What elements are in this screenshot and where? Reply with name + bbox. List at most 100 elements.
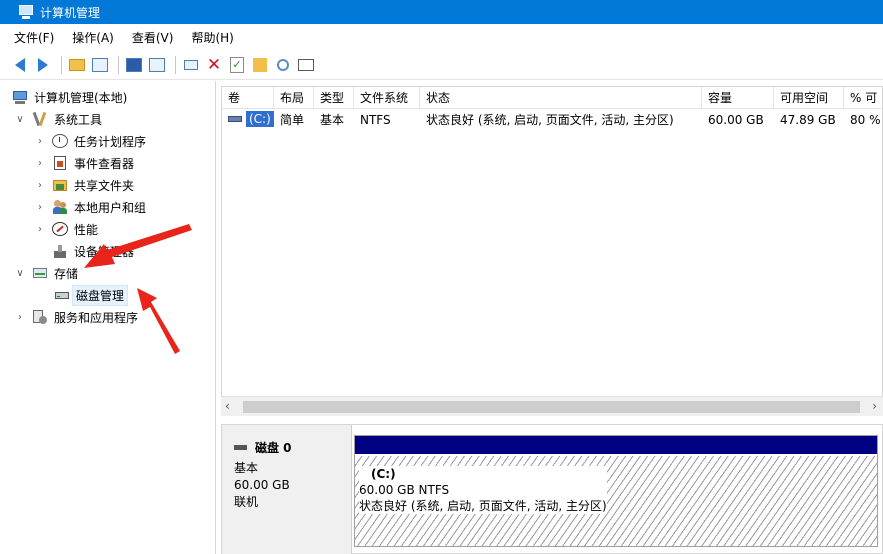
type-cell: 基本 xyxy=(320,113,345,127)
table-row[interactable]: (C:) 简单 基本 NTFS 状态良好 (系统, 启动, 页面文件, 活动, … xyxy=(222,111,882,129)
scroll-left-icon[interactable]: ‹ xyxy=(225,399,230,413)
column-header-volume[interactable]: 卷 xyxy=(222,87,274,109)
back-arrow-icon xyxy=(15,57,25,72)
tree-item-disk-management[interactable]: 磁盘管理 xyxy=(54,284,129,306)
import-button[interactable] xyxy=(250,55,270,75)
horizontal-scrollbar[interactable]: ‹ › xyxy=(221,396,883,416)
chevron-down-icon[interactable]: ∨ xyxy=(14,114,26,125)
disk-kind: 基本 xyxy=(234,461,259,475)
computer-icon xyxy=(12,89,28,105)
column-header-layout[interactable]: 布局 xyxy=(274,87,314,109)
partition-text: (C:) 60.00 GB NTFS 状态良好 (系统, 启动, 页面文件, 活… xyxy=(359,466,607,514)
tree-item-system-tools[interactable]: ∨ 系统工具 xyxy=(14,108,102,130)
disk-size: 60.00 GB xyxy=(234,478,290,492)
partition-header-bar xyxy=(355,436,877,454)
partition-body: (C:) 60.00 GB NTFS 状态良好 (系统, 启动, 页面文件, 活… xyxy=(355,456,877,546)
tree-item-event-viewer[interactable]: › 事件查看器 xyxy=(34,152,134,174)
users-icon xyxy=(52,199,68,215)
folder-up-icon xyxy=(69,58,85,71)
chevron-down-icon[interactable]: ∨ xyxy=(14,268,26,279)
column-header-free-space[interactable]: 可用空间 xyxy=(774,87,844,109)
menu-file[interactable]: 文件(F) xyxy=(14,29,54,46)
connect-button[interactable] xyxy=(181,55,201,75)
tree-item-root[interactable]: 计算机管理(本地) xyxy=(12,86,127,108)
chevron-right-icon[interactable]: › xyxy=(34,202,46,213)
tree-item-label: 共享文件夹 xyxy=(74,178,135,193)
menu-help[interactable]: 帮助(H) xyxy=(191,29,233,46)
toolbar: ✕ ✓ xyxy=(0,50,883,80)
show-tree-button[interactable] xyxy=(90,55,110,75)
menu-bar: 文件(F) 操作(A) 查看(V) 帮助(H) xyxy=(0,24,883,50)
services-icon xyxy=(32,309,48,325)
capacity-cell: 60.00 GB xyxy=(708,113,764,127)
menu-action[interactable]: 操作(A) xyxy=(72,29,114,46)
scrollbar-thumb[interactable] xyxy=(243,401,860,413)
column-header-percent-free[interactable]: % 可 xyxy=(844,87,882,109)
forward-button[interactable] xyxy=(33,55,53,75)
scroll-right-icon[interactable]: › xyxy=(872,399,877,413)
column-header-type[interactable]: 类型 xyxy=(314,87,354,109)
disk-graphical-view: 磁盘 0 基本 60.00 GB 联机 (C:) 60.00 GB NTFS 状… xyxy=(221,424,883,554)
chevron-right-icon[interactable]: › xyxy=(34,224,46,235)
storage-icon xyxy=(32,265,48,281)
delete-x-icon: ✕ xyxy=(206,54,222,75)
filesystem-cell: NTFS xyxy=(360,113,391,127)
tree-item-label: 磁盘管理 xyxy=(72,284,129,306)
column-header-status[interactable]: 状态 xyxy=(420,87,702,109)
chevron-right-icon[interactable]: › xyxy=(14,312,26,323)
console-tree-icon xyxy=(92,57,108,72)
search-button[interactable] xyxy=(273,55,293,75)
tree-item-storage[interactable]: ∨ 存储 xyxy=(14,262,78,284)
column-header-capacity[interactable]: 容量 xyxy=(702,87,774,109)
tree-item-label: 计算机管理(本地) xyxy=(34,90,128,105)
menu-view[interactable]: 查看(V) xyxy=(132,29,174,46)
window-title: 计算机管理 xyxy=(40,5,101,20)
forward-arrow-icon xyxy=(38,57,48,72)
action-pane-button[interactable] xyxy=(147,55,167,75)
tree-item-device-manager[interactable]: 设备管理器 xyxy=(52,240,134,262)
toolbar-separator xyxy=(61,55,62,74)
percent-free-cell: 80 % xyxy=(850,113,881,127)
disk-title: 磁盘 0 xyxy=(234,439,351,456)
disk-name: 磁盘 0 xyxy=(255,441,292,455)
up-level-button[interactable] xyxy=(67,55,87,75)
partition-size-fs: 60.00 GB NTFS xyxy=(359,483,450,497)
event-viewer-icon xyxy=(52,155,68,171)
list-view-button[interactable] xyxy=(296,55,316,75)
tree-item-task-scheduler[interactable]: › 任务计划程序 xyxy=(34,130,146,152)
tree-item-local-users[interactable]: › 本地用户和组 xyxy=(34,196,146,218)
title-bar: 计算机管理 xyxy=(0,0,883,24)
clock-icon xyxy=(52,134,68,148)
chevron-right-icon[interactable]: › xyxy=(34,158,46,169)
tree-item-services-apps[interactable]: › 服务和应用程序 xyxy=(14,306,138,328)
disk-info-panel[interactable]: 磁盘 0 基本 60.00 GB 联机 xyxy=(222,425,352,554)
action-pane-icon xyxy=(149,57,165,72)
help-button[interactable] xyxy=(124,55,144,75)
partition-label: (C:) xyxy=(371,467,396,481)
tree-item-label: 事件查看器 xyxy=(74,156,135,171)
tree-item-performance[interactable]: › 性能 xyxy=(34,218,98,240)
chevron-right-icon[interactable]: › xyxy=(34,136,46,147)
volume-list: 卷 布局 类型 文件系统 状态 容量 可用空间 % 可 (C:) 简单 基本 N… xyxy=(221,86,883,416)
console-tree: 计算机管理(本地) ∨ 系统工具 › 任务计划程序 › 事件查看器 › 共享文件… xyxy=(0,81,216,554)
properties-button[interactable]: ✓ xyxy=(227,55,247,75)
back-button[interactable] xyxy=(10,55,30,75)
tools-icon xyxy=(32,111,48,127)
tree-item-label: 服务和应用程序 xyxy=(54,310,139,325)
volume-name: (C:) xyxy=(246,111,274,127)
disk-icon xyxy=(54,287,70,303)
tree-item-label: 任务计划程序 xyxy=(74,134,147,149)
chevron-right-icon[interactable]: › xyxy=(34,180,46,191)
partition-c[interactable]: (C:) 60.00 GB NTFS 状态良好 (系统, 启动, 页面文件, 活… xyxy=(354,435,878,547)
tree-item-label: 系统工具 xyxy=(54,112,103,127)
tree-item-shared-folders[interactable]: › 共享文件夹 xyxy=(34,174,134,196)
tree-item-label: 性能 xyxy=(74,222,99,237)
layout-cell: 简单 xyxy=(280,113,305,127)
tree-item-label: 存储 xyxy=(54,266,79,281)
free-space-cell: 47.89 GB xyxy=(780,113,836,127)
volume-icon xyxy=(228,116,242,122)
import-arrow-icon xyxy=(253,57,267,72)
shared-folder-icon xyxy=(52,177,68,193)
column-header-filesystem[interactable]: 文件系统 xyxy=(354,87,420,109)
delete-button[interactable]: ✕ xyxy=(204,55,224,75)
